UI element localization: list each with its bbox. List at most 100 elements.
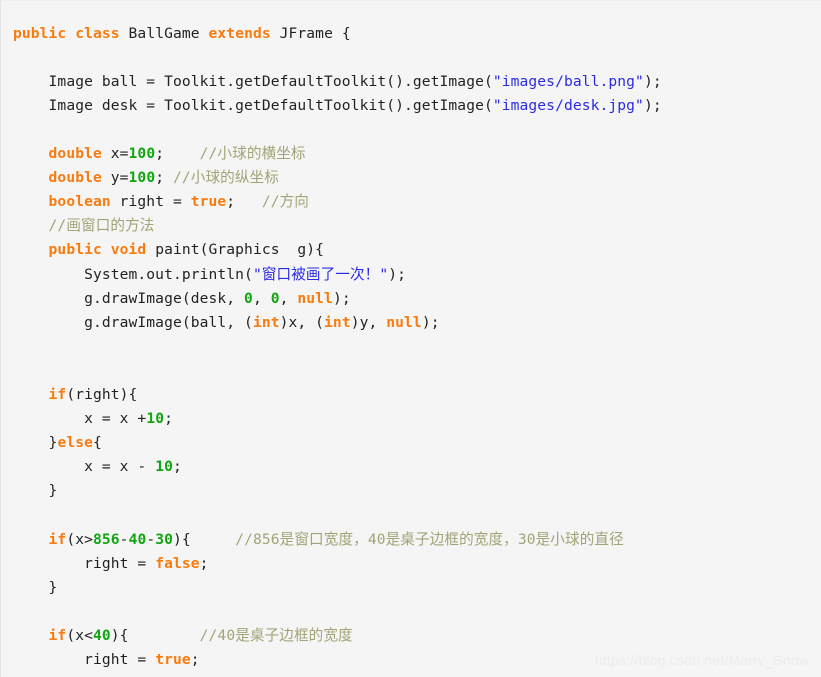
code-line: ​ — [13, 335, 662, 359]
code-line: if(x<40){ //40是桌子边框的宽度 — [13, 624, 662, 648]
code-line: Image ball = Toolkit.getDefaultToolkit()… — [13, 70, 662, 94]
code-token-kw: public — [13, 24, 67, 42]
code-token-plain: ); — [421, 313, 440, 331]
code-line: ​ — [13, 600, 662, 624]
code-line: }else{ — [13, 431, 662, 455]
code-token-plain: ; — [226, 193, 262, 211]
code-token-plain: ; — [199, 554, 209, 572]
code-token-plain: { — [92, 434, 102, 452]
code-token-plain: - — [146, 530, 156, 548]
code-token-plain: BallGame — [119, 24, 209, 42]
code-token-num: 10 — [155, 458, 173, 476]
code-token-num: 100 — [128, 145, 156, 163]
code-line: ​ — [13, 46, 662, 70]
code-token-num: 30 — [155, 530, 174, 548]
code-token-kw: if — [48, 386, 67, 403]
code-token-cmt: //小球的纵坐标 — [173, 169, 279, 187]
code-line: if(x>856-40-30){ //856是窗口宽度，40是桌子边框的宽度，3… — [13, 528, 662, 552]
code-token-num: 100 — [128, 169, 156, 187]
code-line: right = true; — [13, 648, 662, 672]
code-line: ​ — [13, 503, 662, 527]
source-code-block: public class BallGame extends JFrame {​ … — [1, 16, 662, 677]
code-token-plain: } — [48, 482, 58, 500]
code-token-plain: paint(Graphics g){ — [146, 241, 325, 259]
code-token-plain: )y, — [350, 313, 387, 331]
code-token-plain: ; — [190, 651, 200, 669]
code-token-plain: ){ — [173, 530, 236, 548]
code-token-kw: int — [324, 313, 351, 331]
code-token-plain: y= — [101, 169, 129, 187]
code-token-plain: ); — [643, 72, 662, 90]
code-token-plain: ); — [388, 265, 407, 283]
code-token-num: 0 — [244, 289, 253, 307]
code-token-kw: false — [155, 554, 200, 572]
code-token-plain: ; — [172, 458, 182, 476]
code-line: if(right){ — [13, 383, 662, 407]
code-line: } — [13, 576, 662, 600]
code-line: //画窗口的方法 — [13, 214, 662, 238]
code-token-kw: if — [48, 530, 67, 548]
code-token-kw: true — [190, 193, 227, 211]
code-token-plain: x = x - — [84, 458, 156, 476]
code-token-plain: - — [119, 530, 129, 548]
code-token-plain: Image desk = Toolkit.getDefaultToolkit()… — [48, 96, 493, 114]
code-line: x = x +10; — [13, 407, 662, 431]
code-line: ​ — [13, 359, 662, 383]
code-line: g.drawImage(ball, (int)x, (int)y, null); — [13, 311, 662, 335]
code-line: public void paint(Graphics g){ — [13, 238, 662, 262]
code-token-plain: Image ball = Toolkit.getDefaultToolkit()… — [48, 72, 493, 90]
code-token-cmt: //856是窗口宽度，40是桌子边框的宽度，30是小球的直径 — [235, 530, 624, 548]
code-token-str: "images/desk.jpg" — [492, 96, 644, 114]
code-line: public class BallGame extends JFrame { — [13, 22, 662, 46]
code-token-plain: )x, ( — [279, 313, 325, 331]
code-token-plain: g.drawImage(ball, ( — [84, 313, 253, 331]
code-token-plain: x= — [101, 145, 129, 163]
code-token-str: "images/ball.png" — [492, 72, 644, 90]
code-token-cmt: //小球的横坐标 — [199, 145, 306, 163]
code-token-kw: double — [48, 169, 102, 187]
code-token-kw: double — [48, 145, 102, 163]
code-token-plain: JFrame { — [270, 24, 351, 42]
code-token-plain: ){ — [110, 626, 200, 644]
code-token-kw: else — [57, 434, 93, 452]
code-token-plain: right = — [84, 554, 156, 572]
code-token-kw: extends — [208, 24, 271, 42]
code-line: boolean right = true; //方向 — [13, 190, 662, 214]
code-line: System.out.println("窗口被画了一次！"); — [13, 263, 662, 287]
code-token-plain: ; — [155, 145, 200, 163]
code-token-plain: ); — [332, 289, 351, 307]
code-token-kw: int — [252, 313, 280, 331]
code-token-cmt: //方向 — [261, 193, 310, 211]
code-line: g.drawImage(desk, 0, 0, null); — [13, 287, 662, 311]
code-token-num: 40 — [93, 626, 111, 644]
code-token-plain: ; — [164, 410, 173, 428]
code-token-plain: System.out.println( — [84, 265, 253, 283]
code-token-num: 856 — [93, 530, 120, 548]
code-token-kw: true — [155, 651, 191, 669]
code-token-plain: right = — [110, 193, 191, 211]
code-token-plain: g.drawImage(desk, — [84, 289, 245, 307]
code-token-kw: if — [48, 626, 67, 644]
code-token-plain: , — [252, 289, 271, 307]
code-token-num: 10 — [146, 410, 165, 428]
